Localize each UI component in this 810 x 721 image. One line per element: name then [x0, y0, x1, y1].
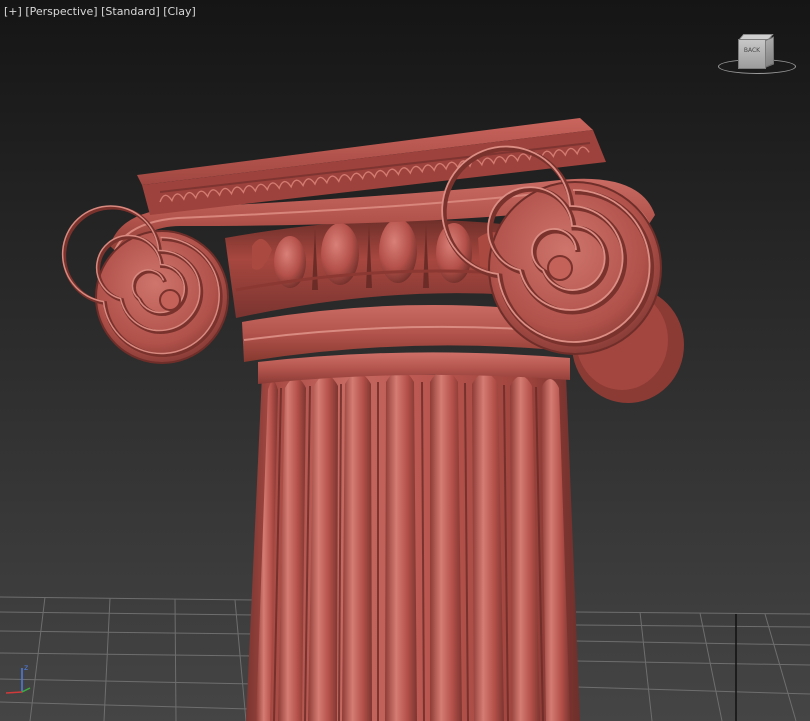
viewport-shading-menu[interactable]: [Standard]: [101, 5, 160, 18]
viewport-view-menu[interactable]: [Perspective]: [25, 5, 97, 18]
viewport-scene[interactable]: [0, 0, 810, 721]
viewcube[interactable]: BACK: [716, 30, 800, 78]
axis-z-label: z: [24, 663, 29, 672]
viewport-style-menu[interactable]: [Clay]: [163, 5, 196, 18]
perspective-viewport[interactable]: [+] [Perspective] [Standard] [Clay] BACK…: [0, 0, 810, 721]
viewcube-back-face[interactable]: BACK: [738, 39, 766, 69]
column-shaft: [246, 370, 580, 721]
axis-tripod-icon: [5, 668, 31, 694]
viewport-label-menu: [+] [Perspective] [Standard] [Clay]: [4, 5, 196, 18]
viewport-plus-menu[interactable]: [+]: [4, 5, 22, 18]
viewcube-side-face[interactable]: [765, 36, 774, 68]
axis-tripod: z: [2, 662, 36, 696]
